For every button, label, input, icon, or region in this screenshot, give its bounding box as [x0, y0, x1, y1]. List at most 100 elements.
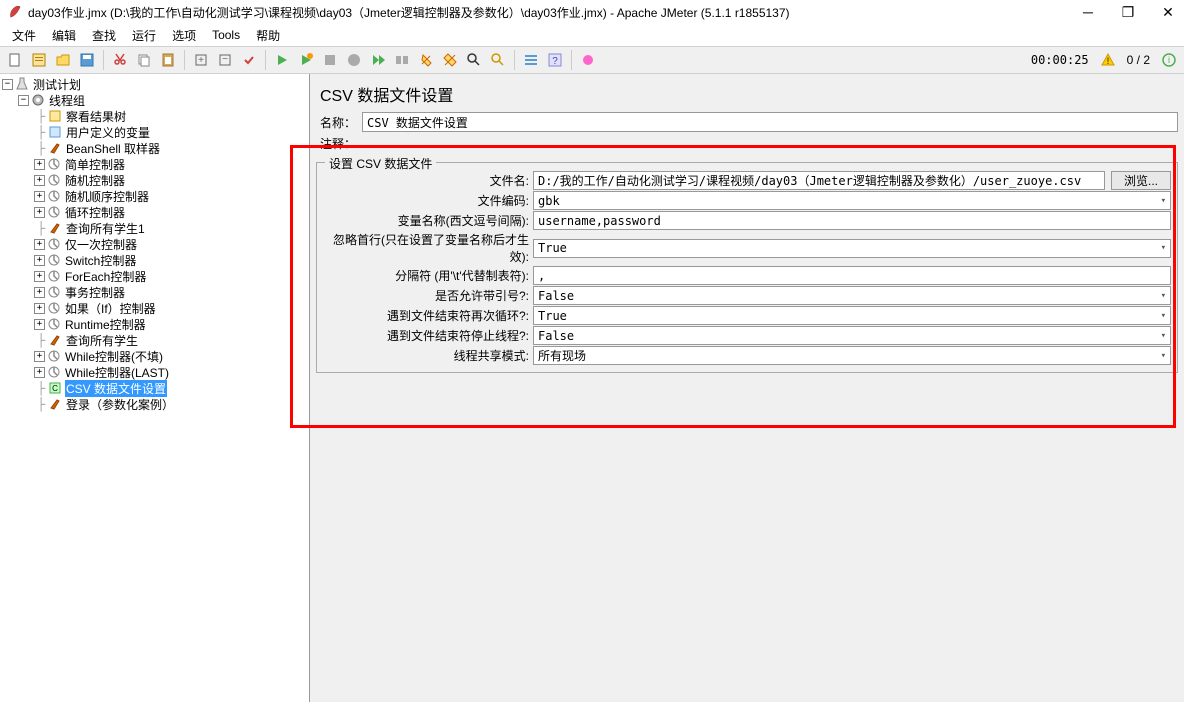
comment-label: 注释： [316, 135, 362, 152]
warning-icon[interactable]: ! [1097, 49, 1119, 71]
recycle-select[interactable]: True▾ [533, 306, 1171, 325]
tree-item[interactable]: 登录（参数化案例） [65, 396, 175, 413]
browse-button[interactable]: 浏览... [1111, 171, 1171, 190]
tree-item[interactable]: 察看结果树 [65, 108, 127, 125]
menu-file[interactable]: 文件 [6, 25, 42, 46]
filename-input[interactable] [533, 171, 1105, 190]
minimize-button[interactable]: ─ [1080, 4, 1096, 20]
main-area: − 测试计划 − 线程组 ├察看结果树├用户定义的变量├BeanShell 取样… [0, 74, 1184, 702]
menu-options[interactable]: 选项 [166, 25, 202, 46]
ignorefirst-label: 忽略首行(只在设置了变量名称后才生效): [323, 231, 533, 265]
clear-button[interactable] [415, 49, 437, 71]
tree-toggle[interactable]: + [34, 271, 45, 282]
collapse-button[interactable]: − [214, 49, 236, 71]
tree-item[interactable]: 如果（If）控制器 [64, 300, 157, 317]
shutdown-button[interactable] [343, 49, 365, 71]
tree-toggle[interactable]: − [18, 95, 29, 106]
tree-item[interactable]: ForEach控制器 [64, 268, 147, 285]
expand-button[interactable]: + [190, 49, 212, 71]
stop-button[interactable] [319, 49, 341, 71]
tree-item[interactable]: 仅一次控制器 [64, 236, 138, 253]
help-button[interactable]: ? [544, 49, 566, 71]
sharing-select[interactable]: 所有现场▾ [533, 346, 1171, 365]
tree-item[interactable]: 查询所有学生 [65, 332, 139, 349]
menu-help[interactable]: 帮助 [250, 25, 286, 46]
toolbar: + − ? 00:00:25 ! 0 / 2 i [0, 46, 1184, 74]
save-button[interactable] [76, 49, 98, 71]
tree-toggle[interactable]: + [34, 351, 45, 362]
tree-item[interactable]: While控制器(LAST) [64, 364, 170, 381]
tree-item[interactable]: Switch控制器 [64, 252, 137, 269]
info-icon[interactable]: i [1158, 49, 1180, 71]
jmeter-icon [8, 5, 22, 19]
encoding-select[interactable]: gbk▾ [533, 191, 1171, 210]
tree-item[interactable]: 事务控制器 [64, 284, 126, 301]
tree-item[interactable]: Runtime控制器 [64, 316, 147, 333]
remote-stop-button[interactable] [391, 49, 413, 71]
tree-item[interactable]: 循环控制器 [64, 204, 126, 221]
tree-toggle[interactable]: + [34, 303, 45, 314]
tree-item[interactable]: 查询所有学生1 [65, 220, 146, 237]
start-button[interactable] [271, 49, 293, 71]
menu-search[interactable]: 查找 [86, 25, 122, 46]
tree-item[interactable]: While控制器(不填) [64, 348, 164, 365]
menu-run[interactable]: 运行 [126, 25, 162, 46]
ignorefirst-select[interactable]: True▾ [533, 239, 1171, 258]
tree-item[interactable]: 用户定义的变量 [65, 124, 151, 141]
toggle-button[interactable] [238, 49, 260, 71]
reset-search-button[interactable] [487, 49, 509, 71]
tree-toggle[interactable]: + [34, 255, 45, 266]
tree-threadgroup[interactable]: 线程组 [48, 92, 86, 109]
tree-item[interactable]: 随机顺序控制器 [64, 188, 150, 205]
tree-item[interactable]: BeanShell 取样器 [65, 140, 161, 157]
tree-toggle[interactable]: − [2, 79, 13, 90]
name-input[interactable] [362, 112, 1178, 132]
tree-toggle[interactable]: + [34, 175, 45, 186]
title-bar: day03作业.jmx (D:\我的工作\自动化测试学习\课程视频\day03（… [0, 0, 1184, 24]
menu-bar: 文件 编辑 查找 运行 选项 Tools 帮助 [0, 24, 1184, 46]
tree-toggle[interactable]: + [34, 287, 45, 298]
templates-button[interactable] [28, 49, 50, 71]
tree-root[interactable]: 测试计划 [32, 76, 82, 93]
tree-toggle[interactable]: + [34, 239, 45, 250]
tree-toggle[interactable]: + [34, 191, 45, 202]
tree-toggle[interactable]: + [34, 367, 45, 378]
tree-toggle[interactable]: + [34, 319, 45, 330]
csv-settings-fieldset: 设置 CSV 数据文件 文件名: 浏览... 文件编码: gbk▾ 变量名称(西… [316, 162, 1178, 373]
menu-tools[interactable]: Tools [206, 26, 246, 44]
encoding-label: 文件编码: [323, 192, 533, 209]
menu-edit[interactable]: 编辑 [46, 25, 82, 46]
tree-toggle[interactable]: + [34, 159, 45, 170]
config-panel: CSV 数据文件设置 名称： 注释： 设置 CSV 数据文件 文件名: 浏览..… [310, 74, 1184, 702]
varnames-input[interactable] [533, 211, 1171, 230]
flask-icon [15, 77, 29, 91]
delimiter-input[interactable] [533, 266, 1171, 285]
tree-item[interactable]: 简单控制器 [64, 156, 126, 173]
cut-button[interactable] [109, 49, 131, 71]
maximize-button[interactable]: ❐ [1120, 4, 1136, 20]
tree-item[interactable]: 随机控制器 [64, 172, 126, 189]
tree-item[interactable]: CSV 数据文件设置 [65, 380, 167, 397]
close-button[interactable]: ✕ [1160, 4, 1176, 20]
start-noTimer-button[interactable] [295, 49, 317, 71]
remote-start-button[interactable] [367, 49, 389, 71]
test-plan-tree[interactable]: − 测试计划 − 线程组 ├察看结果树├用户定义的变量├BeanShell 取样… [0, 74, 310, 702]
copy-button[interactable] [133, 49, 155, 71]
tree-toggle[interactable]: + [34, 207, 45, 218]
open-button[interactable] [52, 49, 74, 71]
paste-button[interactable] [157, 49, 179, 71]
new-button[interactable] [4, 49, 26, 71]
function-helper-button[interactable] [520, 49, 542, 71]
stop-select[interactable]: False▾ [533, 326, 1171, 345]
svg-text:C: C [52, 384, 58, 393]
delimiter-label: 分隔符 (用'\t'代替制表符): [323, 267, 533, 284]
stop-label: 遇到文件结束符停止线程?: [323, 327, 533, 344]
search-button[interactable] [463, 49, 485, 71]
heap-dump-button[interactable] [577, 49, 599, 71]
clear-all-button[interactable] [439, 49, 461, 71]
svg-text:−: − [222, 54, 228, 65]
gear-icon [31, 93, 45, 107]
filename-label: 文件名: [323, 172, 533, 189]
elapsed-time: 00:00:25 [1025, 53, 1095, 67]
quoted-select[interactable]: False▾ [533, 286, 1171, 305]
